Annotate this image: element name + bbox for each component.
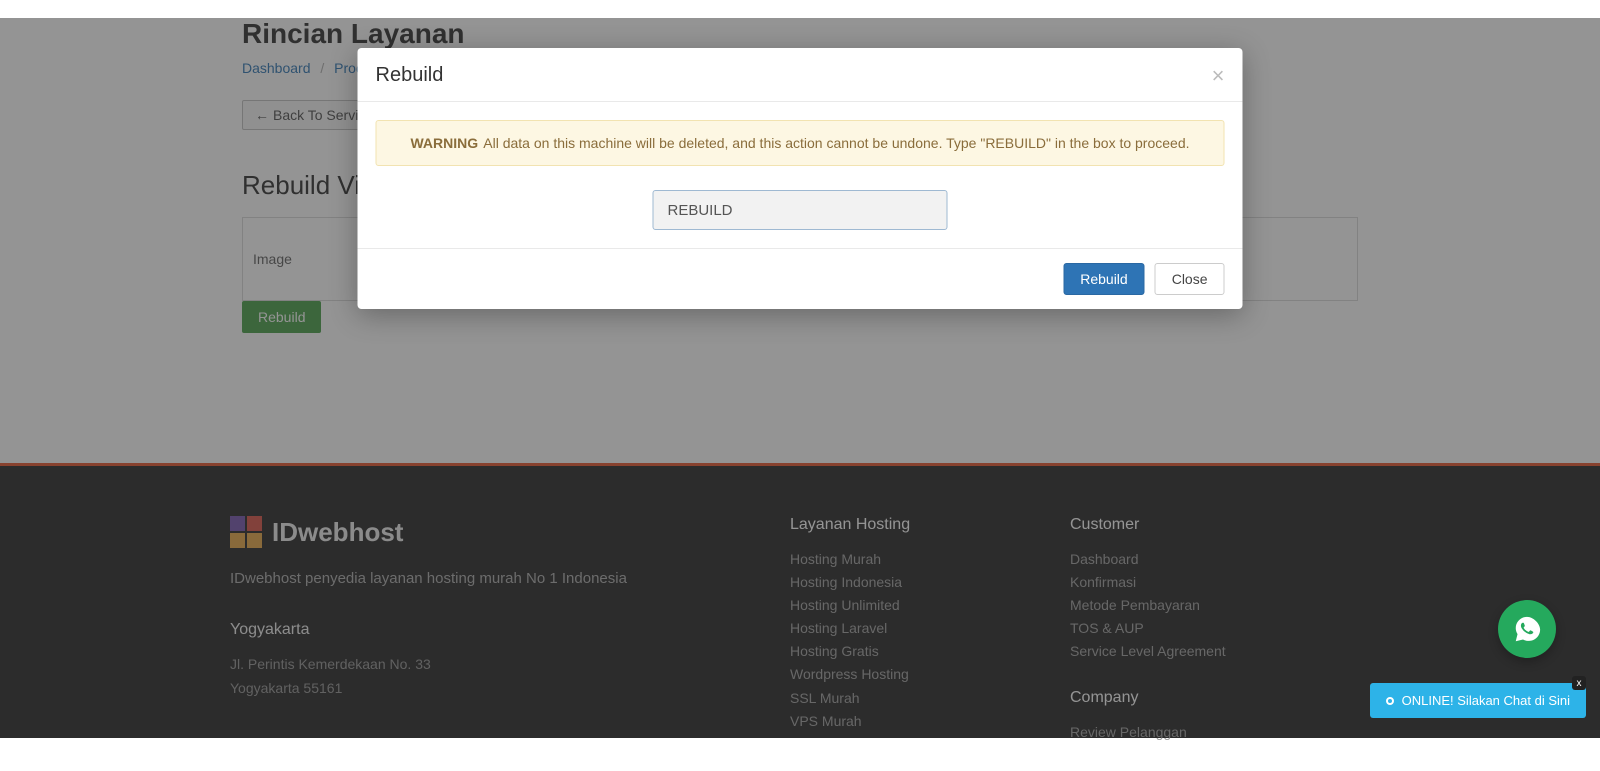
modal-title: Rebuild xyxy=(376,64,444,87)
rebuild-modal: Rebuild × WARNING All data on this machi… xyxy=(358,48,1243,309)
whatsapp-fab[interactable] xyxy=(1498,600,1556,658)
close-icon[interactable]: × xyxy=(1212,65,1225,87)
online-dot-icon xyxy=(1386,697,1394,705)
chat-label: ONLINE! Silakan Chat di Sini xyxy=(1402,693,1570,708)
warning-text: All data on this machine will be deleted… xyxy=(480,135,1189,151)
warning-label: WARNING xyxy=(410,135,478,151)
modal-close-button[interactable]: Close xyxy=(1155,263,1225,295)
chat-close-button[interactable]: x xyxy=(1572,676,1586,690)
warning-alert: WARNING All data on this machine will be… xyxy=(376,120,1225,166)
whatsapp-icon xyxy=(1512,614,1542,644)
modal-rebuild-button[interactable]: Rebuild xyxy=(1063,263,1144,295)
confirm-input[interactable] xyxy=(653,190,948,230)
chat-pill[interactable]: ONLINE! Silakan Chat di Sini xyxy=(1370,683,1586,718)
